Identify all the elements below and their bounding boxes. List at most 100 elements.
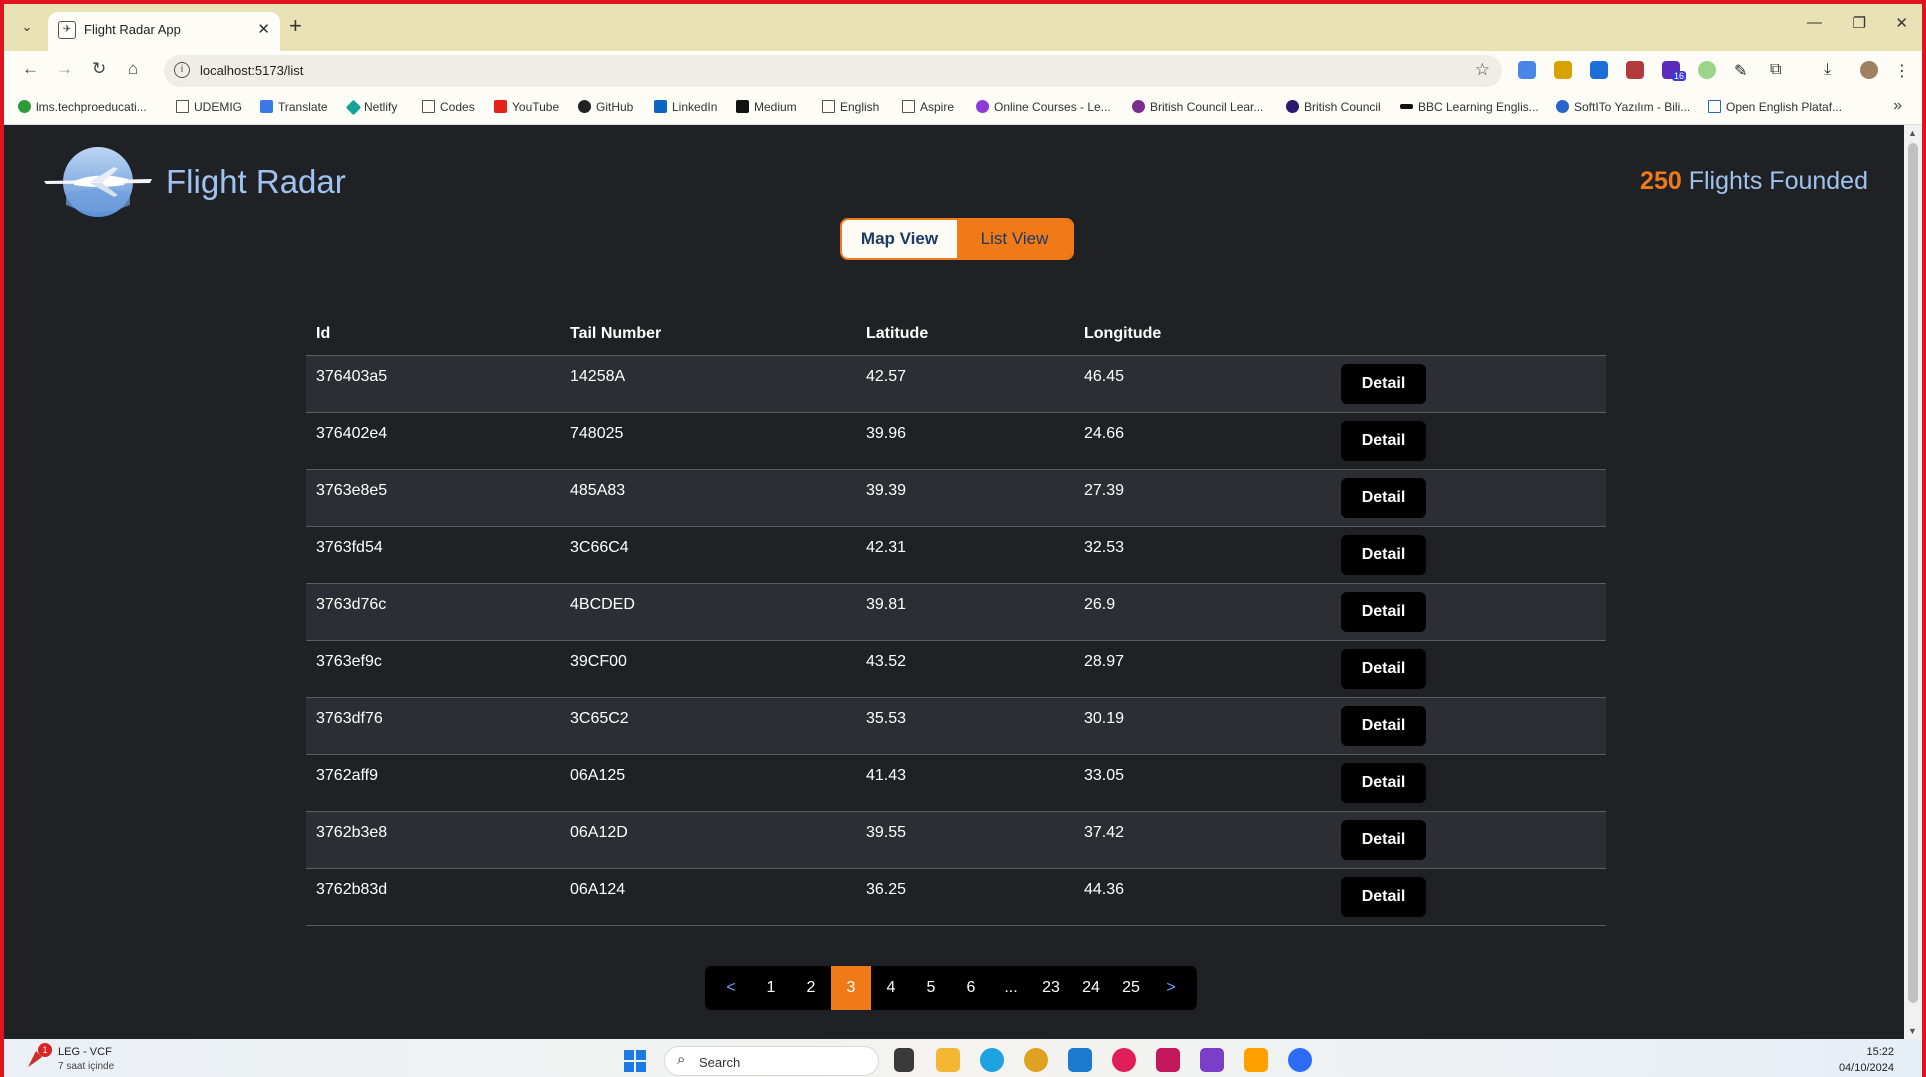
bookmark-item[interactable]: GitHub <box>578 100 633 114</box>
detail-button[interactable]: Detail <box>1341 876 1426 917</box>
bootstrap-studio-icon[interactable] <box>1200 1048 1224 1072</box>
detail-button[interactable]: Detail <box>1341 420 1426 461</box>
bookmark-item[interactable]: British Council Lear... <box>1132 100 1263 114</box>
vscode-icon[interactable] <box>1068 1048 1092 1072</box>
flight-id-cell: 3763df76 <box>306 696 560 754</box>
bookmark-folder[interactable]: Aspire <box>902 100 954 114</box>
detail-button[interactable]: Detail <box>1341 363 1426 404</box>
slack-icon[interactable] <box>1112 1048 1136 1072</box>
detail-button[interactable]: Detail <box>1341 591 1426 632</box>
scroll-down-arrow-icon[interactable]: ▼ <box>1908 1026 1917 1036</box>
bookmark-item[interactable]: BBC Learning Englis... <box>1400 100 1539 114</box>
page-number-button[interactable]: 3 <box>831 966 871 1010</box>
taskbar-search[interactable]: ⌕ Search <box>664 1046 879 1076</box>
bookmark-item[interactable]: Medium <box>736 100 797 114</box>
page-number-button[interactable]: 6 <box>951 966 991 1010</box>
address-bar[interactable]: i localhost:5173/list ☆ <box>164 55 1502 87</box>
download-icon[interactable]: ⤓ <box>1824 61 1842 79</box>
list-view-button[interactable]: List View <box>957 220 1072 258</box>
chrome-browser-icon[interactable] <box>1024 1048 1048 1072</box>
page-scrollbar[interactable]: ▲ ▼ <box>1904 125 1922 1039</box>
menu-kebab-icon[interactable]: ⋮ <box>1894 61 1912 80</box>
bookmark-item[interactable]: Netlify <box>345 99 397 116</box>
detail-button[interactable]: Detail <box>1341 819 1426 860</box>
detail-button[interactable]: Detail <box>1341 534 1426 575</box>
site-info-icon[interactable]: i <box>174 62 190 78</box>
extension-icon[interactable] <box>1698 61 1716 79</box>
scrollbar-thumb[interactable] <box>1908 143 1918 1003</box>
edge-browser-icon[interactable] <box>980 1048 1004 1072</box>
detail-button[interactable]: Detail <box>1341 705 1426 746</box>
extensions-puzzle-icon[interactable]: ⧉ <box>1770 61 1788 79</box>
bookmark-item[interactable]: LinkedIn <box>654 100 717 114</box>
bookmark-item[interactable]: Open English Plataf... <box>1708 100 1842 114</box>
extension-icon[interactable] <box>1590 61 1608 79</box>
bookmark-folder[interactable]: Codes <box>422 100 475 114</box>
zoom-icon[interactable] <box>1288 1048 1312 1072</box>
page-number-button[interactable]: 25 <box>1111 966 1151 1010</box>
extension-icon[interactable] <box>1554 61 1572 79</box>
browser-window: ⌄ ✈ Flight Radar App ✕ + — ❐ ✕ ← → ↻ ⌂ i… <box>0 0 1926 1077</box>
detail-button[interactable]: Detail <box>1341 762 1426 803</box>
snipping-tool-icon[interactable] <box>1156 1048 1180 1072</box>
close-window-icon[interactable]: ✕ <box>1895 14 1908 32</box>
flight-id-cell: 3762aff9 <box>306 753 560 811</box>
linkedin-icon <box>654 100 667 113</box>
detail-button[interactable]: Detail <box>1341 477 1426 518</box>
check-circle-icon <box>18 100 31 113</box>
windows-start-icon[interactable] <box>624 1050 646 1072</box>
bookmark-item[interactable]: YouTube <box>494 100 559 114</box>
bookmark-item[interactable]: British Council <box>1286 100 1381 114</box>
page-number-button[interactable]: 2 <box>791 966 831 1010</box>
tail-number-cell: 3C65C2 <box>560 696 856 754</box>
page-number-button[interactable]: 23 <box>1031 966 1071 1010</box>
forward-arrow-icon[interactable]: → <box>56 59 73 79</box>
file-explorer-icon[interactable] <box>936 1048 960 1072</box>
extension-icon[interactable] <box>1626 61 1644 79</box>
close-tab-icon[interactable]: ✕ <box>257 20 270 38</box>
restore-icon[interactable]: ❐ <box>1853 14 1866 32</box>
table-row: 3763d76c 4BCDED 39.81 26.9 Detail <box>306 582 1606 640</box>
airplane-logo-icon <box>44 147 152 217</box>
table-row: 3762b3e8 06A12D 39.55 37.42 Detail <box>306 810 1606 868</box>
notification-badge: 1 <box>38 1043 52 1057</box>
bookmark-item[interactable]: lms.techproeducati... <box>18 100 147 114</box>
firebase-icon[interactable] <box>1244 1048 1268 1072</box>
bookmark-item[interactable]: Translate <box>260 100 328 114</box>
system-clock[interactable]: 15:22 04/10/2024 <box>1839 1044 1894 1076</box>
page-number-button[interactable]: 1 <box>751 966 791 1010</box>
column-header-id: Id <box>316 324 331 342</box>
bookmark-item[interactable]: Online Courses - Le... <box>976 100 1111 114</box>
bookmark-item[interactable]: SoftITo Yazılım - Bili... <box>1556 100 1690 114</box>
page-number-button[interactable]: 24 <box>1071 966 1111 1010</box>
new-tab-plus-icon[interactable]: + <box>289 13 302 39</box>
tail-number-cell: 06A12D <box>560 810 856 868</box>
previous-page-button[interactable]: < <box>711 966 751 1010</box>
url-text[interactable]: localhost:5173/list <box>200 63 303 78</box>
scroll-up-arrow-icon[interactable]: ▲ <box>1908 128 1917 138</box>
tab-search-chevron-icon[interactable]: ⌄ <box>14 14 40 40</box>
browser-tab[interactable]: ✈ Flight Radar App ✕ <box>48 12 280 51</box>
back-arrow-icon[interactable]: ← <box>22 59 39 79</box>
bookmark-star-icon[interactable]: ☆ <box>1475 60 1490 80</box>
page-number-button[interactable]: 5 <box>911 966 951 1010</box>
column-header-latitude: Latitude <box>866 324 929 342</box>
profile-avatar[interactable] <box>1860 61 1878 79</box>
bookmark-folder[interactable]: UDEMIG <box>176 100 242 114</box>
reload-icon[interactable]: ↻ <box>92 59 106 79</box>
detail-button[interactable]: Detail <box>1341 648 1426 689</box>
next-page-button[interactable]: > <box>1151 966 1191 1010</box>
tail-number-cell: 3C66C4 <box>560 525 856 583</box>
column-header-tail-number: Tail Number <box>570 324 662 342</box>
page-number-button[interactable]: 4 <box>871 966 911 1010</box>
minimize-icon[interactable]: — <box>1807 14 1822 31</box>
translate-extension-icon[interactable] <box>1518 61 1536 79</box>
bookmark-folder[interactable]: English <box>822 100 879 114</box>
task-view-icon[interactable] <box>894 1048 914 1072</box>
home-icon[interactable]: ⌂ <box>128 59 138 79</box>
more-bookmarks-icon[interactable]: » <box>1893 97 1902 115</box>
folder-icon <box>422 100 435 113</box>
flight-id-cell: 3762b3e8 <box>306 810 560 868</box>
eyedropper-icon[interactable]: ✎ <box>1734 61 1752 80</box>
map-view-button[interactable]: Map View <box>842 220 957 258</box>
